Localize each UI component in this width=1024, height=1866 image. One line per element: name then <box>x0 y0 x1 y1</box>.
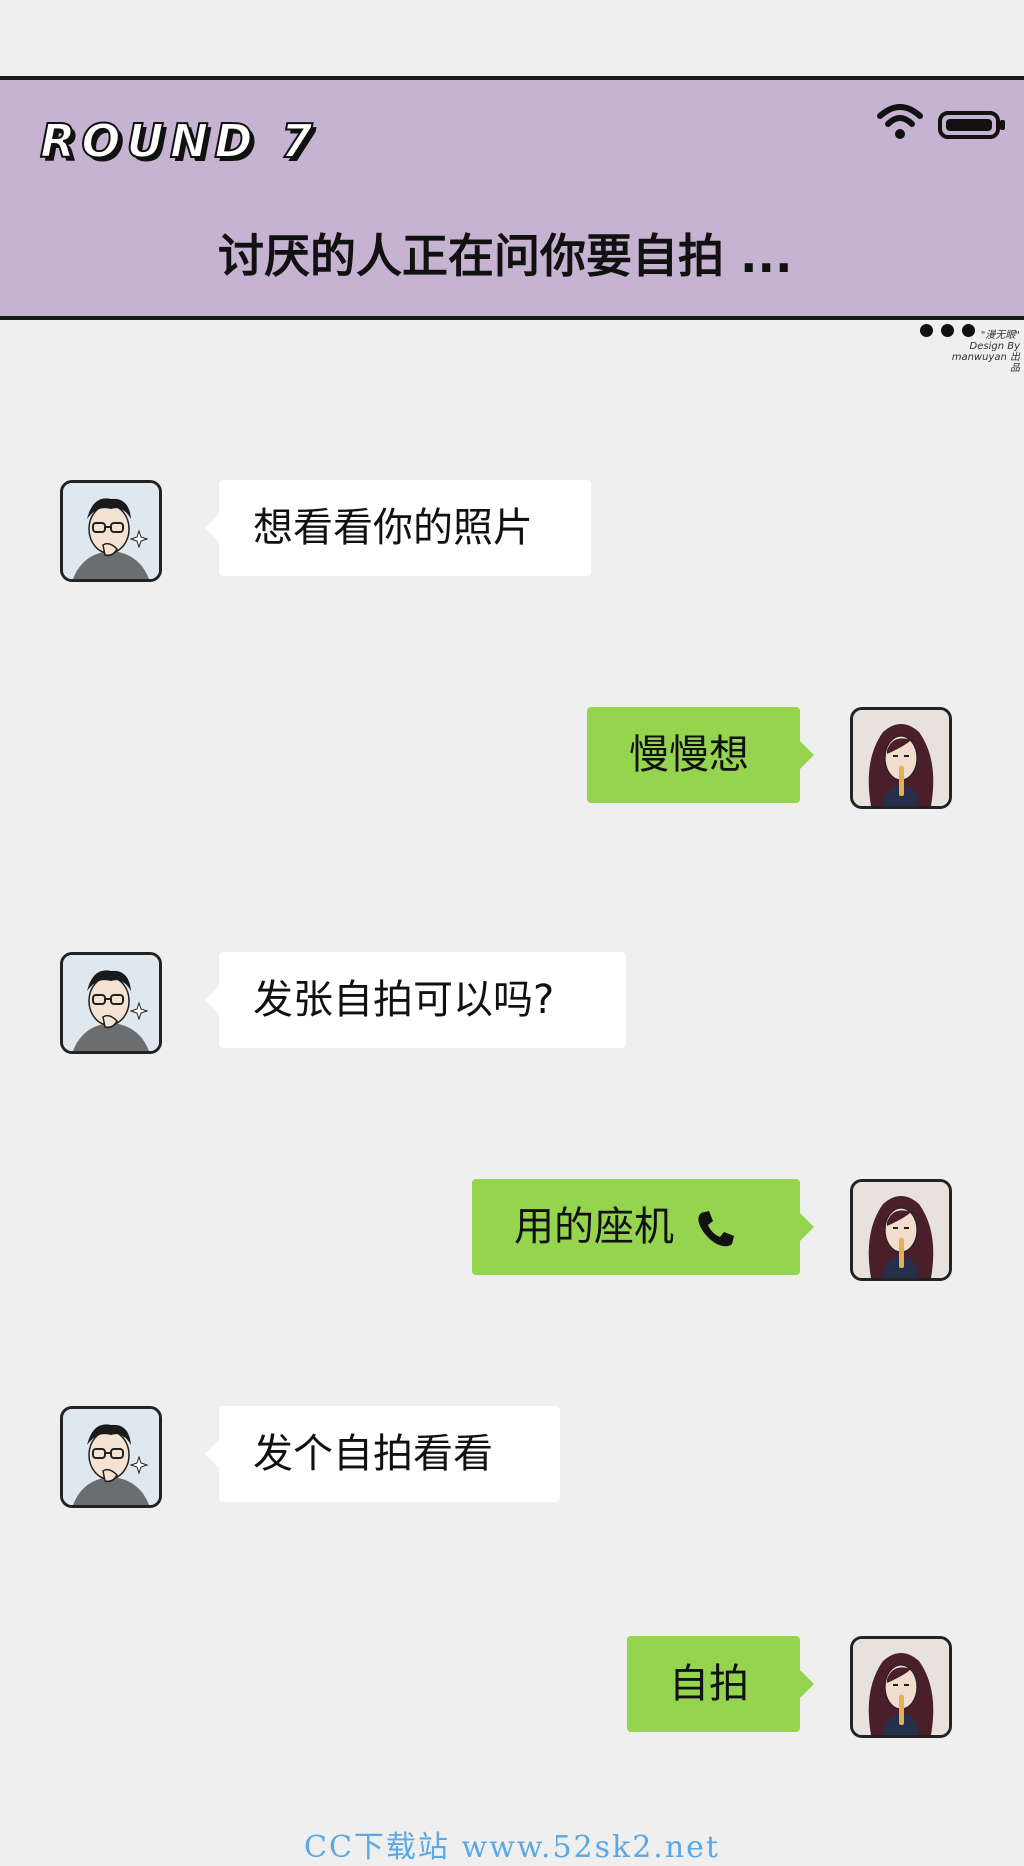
message-row: 用的座机 <box>0 1179 1024 1281</box>
dot-icon <box>920 324 933 337</box>
avatar-man-image <box>63 955 159 1051</box>
avatar-man-image <box>63 1409 159 1505</box>
avatar-man-image <box>63 483 159 579</box>
outgoing-message-bubble[interactable]: 自拍 <box>627 1636 814 1732</box>
avatar-self[interactable] <box>850 1179 952 1281</box>
outgoing-message-bubble[interactable]: 用的座机 <box>472 1179 814 1275</box>
incoming-message-bubble[interactable]: 发个自拍看看 <box>205 1406 560 1502</box>
brand-logo: "漫无眼" Design By manwuyan 出品 <box>951 330 1020 374</box>
message-text: 慢慢想 <box>629 732 749 778</box>
chat-header: ROUND 7 讨厌的人正在问你要自拍 ... <box>0 76 1024 337</box>
message-text: 发张自拍可以吗? <box>253 977 555 1023</box>
footer-watermark: CC下载站 www.52sk2.net <box>304 1830 720 1865</box>
message-text: 用的座机 <box>514 1204 674 1250</box>
message-text: 自拍 <box>669 1661 749 1707</box>
message-row: 发个自拍看看 <box>0 1406 1024 1508</box>
avatar-contact[interactable] <box>60 480 162 582</box>
message-row: 想看看你的照片 <box>0 480 1024 582</box>
phone-icon <box>698 1211 734 1247</box>
chat-title: 讨厌的人正在问你要自拍 ... <box>218 229 793 283</box>
outgoing-message-bubble[interactable]: 慢慢想 <box>587 707 814 803</box>
message-row: 自拍 <box>0 1636 1024 1738</box>
incoming-message-bubble[interactable]: 发张自拍可以吗? <box>205 952 626 1048</box>
battery-icon <box>938 111 1005 139</box>
avatar-self[interactable] <box>850 1636 952 1738</box>
wifi-icon <box>877 104 923 139</box>
avatar-contact[interactable] <box>60 1406 162 1508</box>
message-text: 发个自拍看看 <box>253 1431 493 1477</box>
message-row: 发张自拍可以吗? <box>0 952 1024 1054</box>
avatar-woman-image <box>853 1639 949 1735</box>
message-row: 慢慢想 <box>0 707 1024 809</box>
round-label: ROUND 7 <box>39 113 319 169</box>
avatar-woman-image <box>853 1182 949 1278</box>
avatar-woman-image <box>853 710 949 806</box>
avatar-self[interactable] <box>850 707 952 809</box>
message-text: 想看看你的照片 <box>253 505 533 551</box>
avatar-contact[interactable] <box>60 952 162 1054</box>
incoming-message-bubble[interactable]: 想看看你的照片 <box>205 480 591 576</box>
